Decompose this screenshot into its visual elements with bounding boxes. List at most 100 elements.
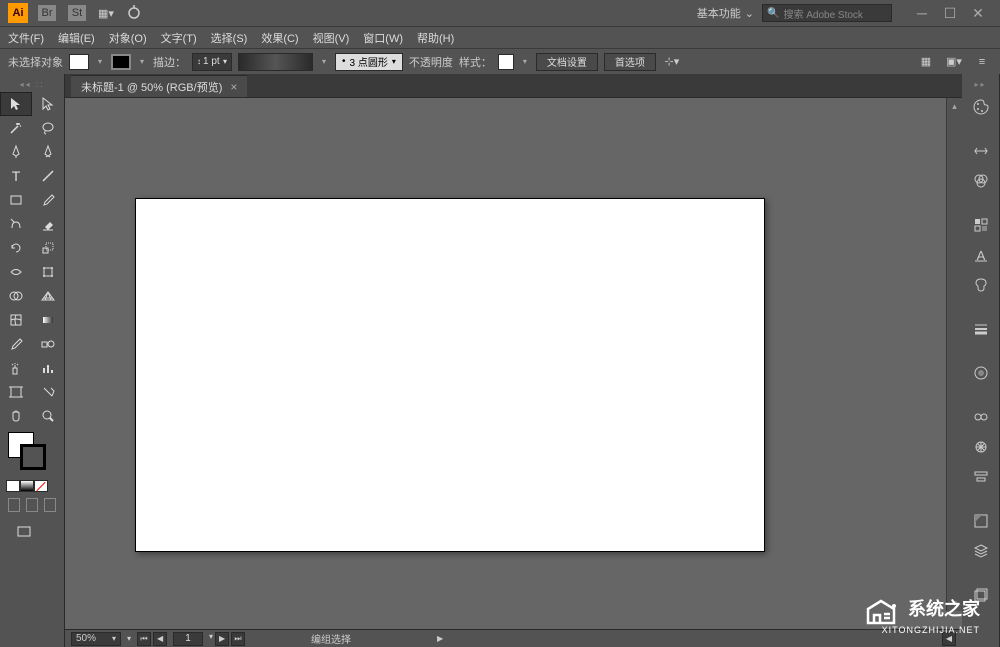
artboard-tool[interactable] [0, 380, 32, 404]
draw-normal-icon[interactable] [8, 498, 20, 512]
document-tab[interactable]: 未标题-1 @ 50% (RGB/预览) × [71, 75, 247, 97]
brushes-panel-icon[interactable] [962, 432, 999, 462]
panel-grip-icon[interactable]: ▸▸ [962, 80, 999, 88]
selection-tool[interactable] [0, 92, 32, 116]
type-tool[interactable]: T [0, 164, 32, 188]
color-mode-gradient[interactable] [20, 480, 34, 492]
symbols-panel-icon[interactable] [962, 270, 999, 300]
color-panel-icon[interactable] [962, 92, 999, 122]
brush-profile-preview[interactable] [238, 53, 313, 71]
pen-tool[interactable] [0, 140, 32, 164]
scale-tool[interactable] [32, 236, 64, 260]
channels-panel-icon[interactable] [962, 166, 999, 196]
transform-panel-icon[interactable] [962, 136, 999, 166]
slice-tool[interactable] [32, 380, 64, 404]
fill-stroke-control[interactable] [0, 428, 64, 478]
rectangle-tool[interactable] [0, 188, 32, 212]
eyedropper-tool[interactable] [0, 332, 32, 356]
menu-select[interactable]: 选择(S) [211, 30, 248, 46]
transform-popup-icon[interactable]: ⊹▾ [662, 53, 682, 71]
transform-icon[interactable]: ▣▾ [944, 53, 964, 71]
brush-profile-dropdown[interactable]: ▾ [319, 57, 329, 66]
free-transform-tool[interactable] [32, 260, 64, 284]
mesh-tool[interactable] [0, 308, 32, 332]
menu-file[interactable]: 文件(F) [8, 30, 44, 46]
fill-dropdown[interactable]: ▾ [95, 57, 105, 66]
artboard-number-input[interactable]: 1 [173, 632, 203, 646]
layers-panel-icon[interactable] [962, 536, 999, 566]
status-menu-icon[interactable]: ▶ [437, 634, 443, 643]
character-panel-icon[interactable]: A [962, 240, 999, 270]
screen-mode-icon[interactable] [8, 520, 40, 544]
color-mode-none[interactable] [34, 480, 48, 492]
scroll-down-icon[interactable]: ▾ [947, 595, 962, 611]
bridge-icon[interactable]: Br [38, 5, 56, 21]
scroll-up-icon[interactable]: ▴ [947, 98, 962, 114]
artboard[interactable] [135, 198, 765, 552]
preferences-button[interactable]: 首选项 [604, 53, 656, 71]
workspace-switcher[interactable]: 基本功能 ⌄ [697, 5, 754, 21]
zoom-tool[interactable] [32, 404, 64, 428]
opacity-label[interactable]: 不透明度 [409, 54, 453, 70]
swatches-panel-icon[interactable] [962, 210, 999, 240]
menu-effect[interactable]: 效果(C) [261, 30, 298, 46]
width-tool[interactable] [0, 260, 32, 284]
zoom-dropdown[interactable]: 50%▾ [71, 632, 121, 646]
menu-type[interactable]: 文字(T) [161, 30, 197, 46]
color-mode-solid[interactable] [6, 480, 20, 492]
tab-close-icon[interactable]: × [230, 80, 237, 94]
style-dropdown[interactable]: ▾ [520, 57, 530, 66]
fill-swatch[interactable] [69, 54, 89, 70]
curvature-tool[interactable] [32, 140, 64, 164]
maximize-button[interactable]: ☐ [936, 4, 964, 22]
options-icon[interactable]: ≡ [972, 53, 992, 71]
next-artboard-button[interactable]: ▶ [215, 632, 229, 646]
close-button[interactable]: ✕ [964, 4, 992, 22]
prev-artboard-button[interactable]: ◀ [153, 632, 167, 646]
style-swatch[interactable] [498, 54, 514, 70]
search-stock-input[interactable]: 🔍 搜索 Adobe Stock [762, 4, 892, 22]
align-icon[interactable]: ▦ [916, 53, 936, 71]
hand-tool[interactable] [0, 404, 32, 428]
paintbrush-tool[interactable] [32, 188, 64, 212]
menu-view[interactable]: 视图(V) [313, 30, 350, 46]
stroke-weight-input[interactable]: ↕ 1 pt ▾ [192, 53, 232, 71]
eraser-tool[interactable] [32, 212, 64, 236]
first-artboard-button[interactable]: ⏮ [137, 632, 151, 646]
lasso-tool[interactable] [32, 116, 64, 140]
line-tool[interactable] [32, 164, 64, 188]
stroke-color-icon[interactable] [20, 444, 46, 470]
symbol-sprayer-tool[interactable] [0, 356, 32, 380]
direct-selection-tool[interactable] [32, 92, 64, 116]
cloud-panel-icon[interactable] [962, 402, 999, 432]
stroke-dropdown[interactable]: ▾ [137, 57, 147, 66]
perspective-grid-tool[interactable] [32, 284, 64, 308]
gradient-tool[interactable] [32, 308, 64, 332]
draw-behind-icon[interactable] [26, 498, 38, 512]
minimize-button[interactable]: ─ [908, 4, 936, 22]
align-panel-icon[interactable] [962, 462, 999, 492]
menu-window[interactable]: 窗口(W) [363, 30, 403, 46]
last-artboard-button[interactable]: ⏭ [231, 632, 245, 646]
hscroll-left-icon[interactable]: ◀ [942, 632, 956, 646]
appearance-panel-icon[interactable] [962, 358, 999, 388]
canvas[interactable]: ▴ ▾ [65, 98, 962, 629]
shaper-tool[interactable] [0, 212, 32, 236]
graphic-styles-panel-icon[interactable] [962, 506, 999, 536]
draw-inside-icon[interactable] [44, 498, 56, 512]
blend-tool[interactable] [32, 332, 64, 356]
document-setup-button[interactable]: 文档设置 [536, 53, 598, 71]
gpu-icon[interactable] [126, 5, 142, 21]
menu-help[interactable]: 帮助(H) [417, 30, 454, 46]
rotate-tool[interactable] [0, 236, 32, 260]
column-graph-tool[interactable] [32, 356, 64, 380]
stroke-panel-icon[interactable] [962, 314, 999, 344]
magic-wand-tool[interactable] [0, 116, 32, 140]
panel-grip-icon[interactable]: ◂◂ :: [0, 80, 64, 88]
arrange-icon[interactable]: ▦▾ [98, 5, 114, 21]
brush-definition-dropdown[interactable]: • 3 点圆形 ▾ [335, 53, 403, 71]
stroke-swatch[interactable] [111, 54, 131, 70]
menu-object[interactable]: 对象(O) [109, 30, 147, 46]
vertical-scrollbar[interactable]: ▴ ▾ [946, 98, 962, 611]
shape-builder-tool[interactable] [0, 284, 32, 308]
